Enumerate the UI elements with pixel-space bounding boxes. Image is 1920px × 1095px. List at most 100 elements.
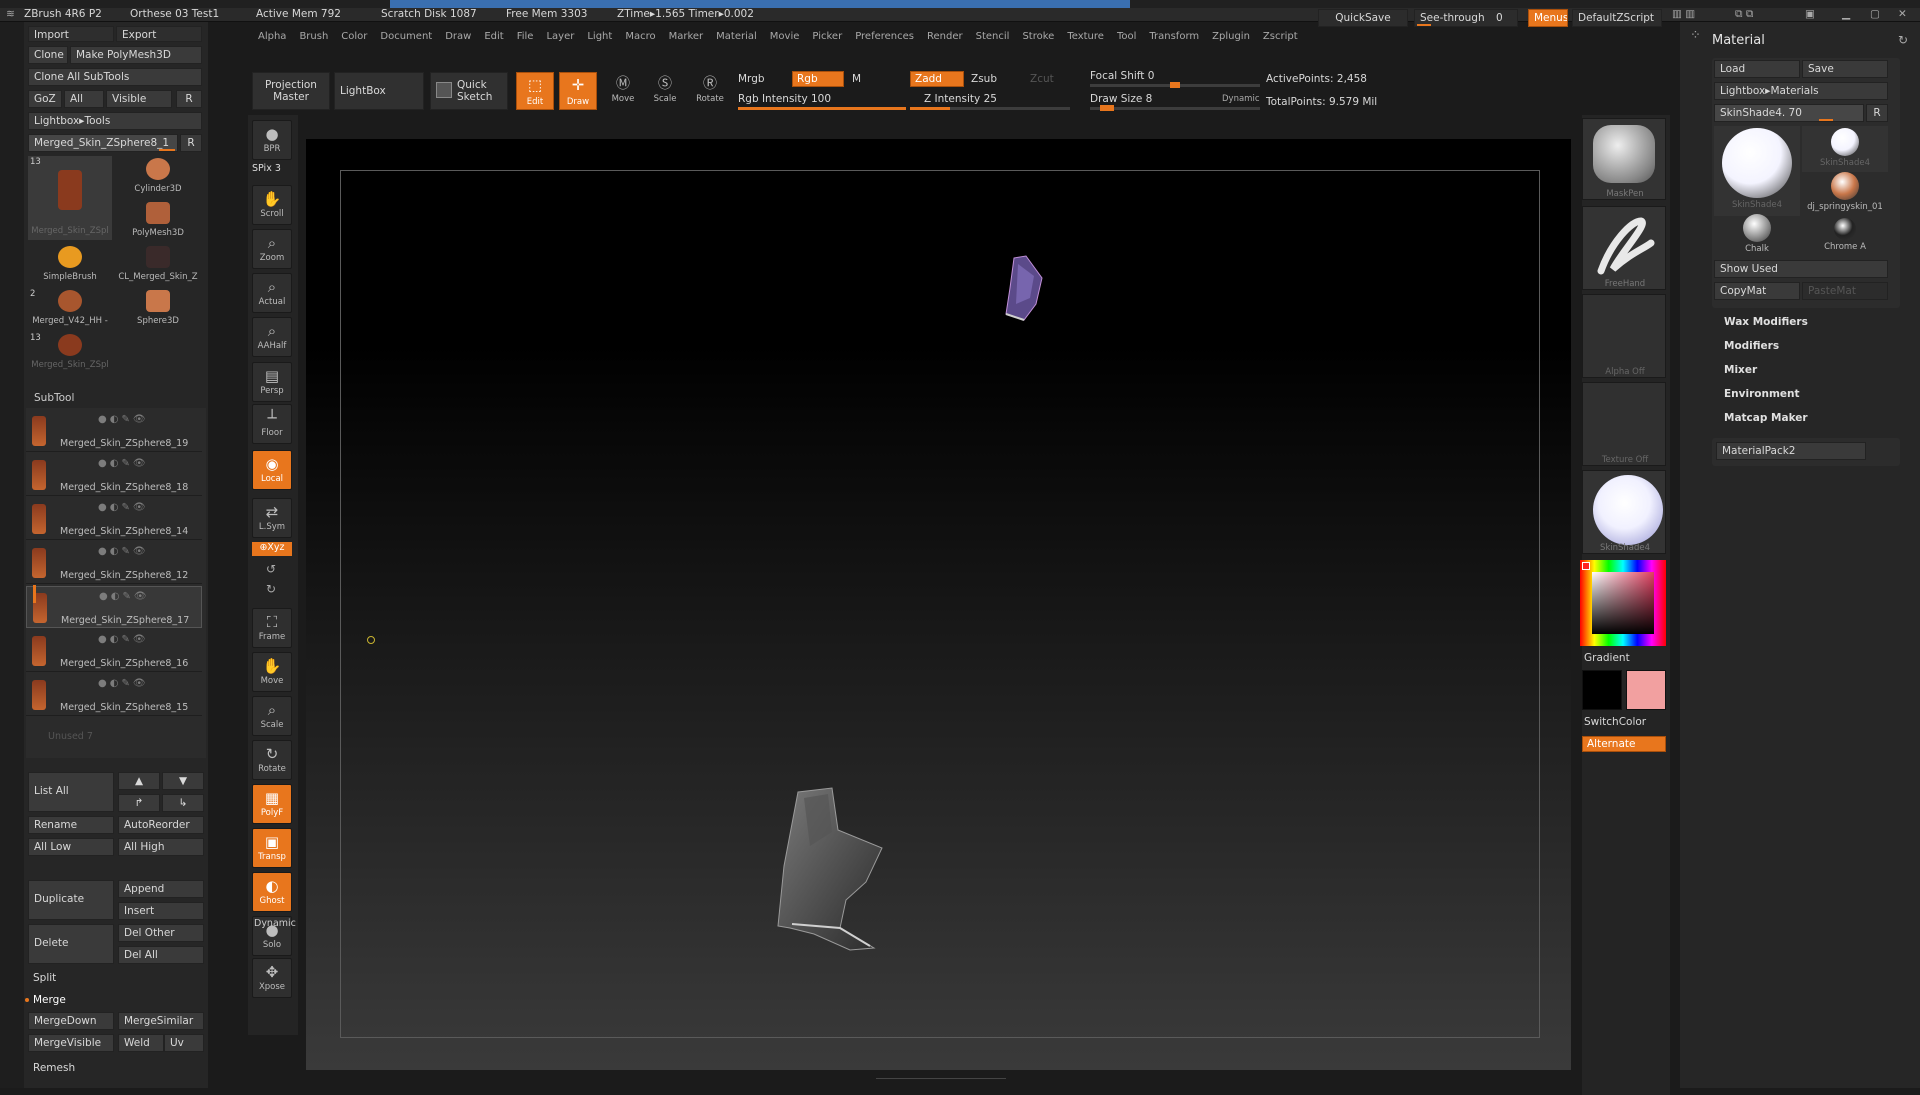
visible-button[interactable]: Visible	[106, 90, 172, 108]
material-r-button[interactable]: R	[1866, 104, 1888, 122]
rotate-mode-button[interactable]: Ⓡ Rotate	[690, 74, 730, 110]
mergedown-button[interactable]: MergeDown	[28, 1012, 114, 1030]
current-material-slider[interactable]: SkinShade4. 70	[1714, 104, 1864, 122]
z-intensity-label[interactable]: Z Intensity 25	[924, 93, 997, 105]
lightbox-tools-button[interactable]: Lightbox▸Tools	[28, 112, 202, 130]
alpha-slot[interactable]: Alpha Off	[1582, 294, 1666, 378]
shelf-polyf-button[interactable]: ▦ PolyF	[252, 784, 292, 824]
menu-tool[interactable]: Tool	[1117, 31, 1136, 42]
menus-toggle[interactable]: Menus	[1528, 9, 1568, 27]
subtool-toggles-icon[interactable]: ●◐✎👁	[98, 502, 149, 513]
goz-r-button[interactable]: R	[176, 90, 202, 108]
shelf-persp-button[interactable]: ▤ Persp	[252, 362, 292, 402]
default-zscript-button[interactable]: DefaultZScript	[1572, 9, 1662, 27]
material-thumbnail[interactable]: dj_springyskin_01	[1802, 170, 1888, 212]
hue-marker[interactable]	[1582, 562, 1590, 570]
delete-button[interactable]: Delete	[28, 924, 114, 964]
subtool-item[interactable]: ●◐✎👁 Merged_Skin_ZSphere8_18	[26, 454, 202, 496]
split-section[interactable]: Split	[33, 972, 56, 984]
menu-light[interactable]: Light	[587, 31, 612, 42]
menu-movie[interactable]: Movie	[770, 31, 800, 42]
subtool-item[interactable]: ●◐✎👁 Merged_Skin_ZSphere8_12	[26, 542, 202, 584]
menu-macro[interactable]: Macro	[625, 31, 655, 42]
shelf-move-button[interactable]: ✋ Move	[252, 652, 292, 692]
m-toggle[interactable]: M	[852, 73, 861, 85]
layout-icon[interactable]: ▥ ▥	[1672, 8, 1695, 20]
stroke-slot[interactable]: FreeHand	[1582, 206, 1666, 290]
menu-stroke[interactable]: Stroke	[1022, 31, 1054, 42]
menu-transform[interactable]: Transform	[1149, 31, 1199, 42]
texture-slot[interactable]: Texture Off	[1582, 382, 1666, 466]
projection-master-button[interactable]: Projection Master	[252, 72, 330, 110]
focal-shift-handle[interactable]	[1170, 82, 1180, 88]
tool-thumbnail[interactable]: CL_Merged_Skin_Z	[116, 244, 200, 286]
all-high-button[interactable]: All High	[118, 838, 204, 856]
pastemat-button[interactable]: PasteMat	[1802, 282, 1888, 300]
subtool-item[interactable]: ●◐✎👁 Merged_Skin_ZSphere8_15	[26, 674, 202, 716]
draw-size-label[interactable]: Draw Size 8	[1090, 93, 1152, 105]
subtool-toggles-icon[interactable]: ●◐✎👁	[98, 458, 149, 469]
rotate-cw-icon[interactable]: ↻	[266, 582, 276, 596]
shelf-transp-button[interactable]: ▣ Transp	[252, 828, 292, 868]
orthosis-model-mesh[interactable]	[770, 786, 890, 956]
move-mode-button[interactable]: Ⓜ Move	[604, 74, 642, 110]
shelf-scroll-button[interactable]: ✋ Scroll	[252, 185, 292, 225]
mergevisible-button[interactable]: MergeVisible	[28, 1034, 114, 1052]
alternate-button[interactable]: Alternate	[1582, 736, 1666, 752]
palette-dock-icon[interactable]: ⁘	[1690, 28, 1701, 43]
show-used-button[interactable]: Show Used	[1714, 260, 1888, 278]
material-section-matcap-maker[interactable]: Matcap Maker	[1724, 412, 1808, 424]
main-color-swatch[interactable]	[1582, 670, 1622, 710]
weld-button[interactable]: Weld	[118, 1034, 164, 1052]
lightbox-materials-button[interactable]: Lightbox▸Materials	[1714, 82, 1888, 100]
tool-thumbnail[interactable]: Merged_Skin_ZSpl 13	[28, 156, 112, 240]
subtool-toggles-icon[interactable]: ●◐✎👁	[98, 546, 149, 557]
draw-size-track[interactable]	[1090, 107, 1260, 110]
all-low-button[interactable]: All Low	[28, 838, 114, 856]
menu-render[interactable]: Render	[927, 31, 963, 42]
shelf-bpr-button[interactable]: ● BPR	[252, 120, 292, 160]
dynamic-toggle[interactable]: Dynamic	[1222, 94, 1260, 104]
material-save-button[interactable]: Save	[1802, 60, 1888, 78]
lightbox-button[interactable]: LightBox	[334, 72, 424, 110]
menu-file[interactable]: File	[517, 31, 534, 42]
layout-swap-icon[interactable]: ⧉ ⧉	[1735, 8, 1753, 21]
material-section-wax-modifiers[interactable]: Wax Modifiers	[1724, 316, 1808, 328]
material-thumbnail[interactable]: SkinShade4	[1802, 126, 1888, 172]
menu-zplugin[interactable]: Zplugin	[1212, 31, 1250, 42]
export-button[interactable]: Export	[116, 26, 202, 42]
zcut-toggle[interactable]: Zcut	[1030, 73, 1054, 85]
menu-color[interactable]: Color	[341, 31, 367, 42]
subtool-toggles-icon[interactable]: ●◐✎👁	[98, 678, 149, 689]
menu-layer[interactable]: Layer	[546, 31, 574, 42]
draw-size-handle[interactable]	[1100, 105, 1114, 111]
uv-button[interactable]: Uv	[164, 1034, 204, 1052]
menu-document[interactable]: Document	[380, 31, 432, 42]
color-picker[interactable]	[1580, 560, 1666, 646]
shelf-xpose-button[interactable]: ✥ Xpose	[252, 958, 292, 998]
mergesimilar-button[interactable]: MergeSimilar	[118, 1012, 204, 1030]
subtool-item[interactable]: ●◐✎👁 Merged_Skin_ZSphere8_17	[26, 586, 202, 628]
copymat-button[interactable]: CopyMat	[1714, 282, 1800, 300]
switchcolor-button[interactable]: SwitchColor	[1584, 716, 1646, 728]
shelf-frame-button[interactable]: ⛶ Frame	[252, 608, 292, 648]
menu-picker[interactable]: Picker	[812, 31, 842, 42]
rename-button[interactable]: Rename	[28, 816, 114, 834]
maximize-icon[interactable]: ▢	[1870, 8, 1880, 20]
del-other-button[interactable]: Del Other	[118, 924, 204, 942]
solo-dynamic-label[interactable]: Dynamic	[254, 918, 296, 929]
shelf-zoom-button[interactable]: ⌕ Zoom	[252, 229, 292, 269]
rotate-ccw-icon[interactable]: ↺	[266, 562, 276, 576]
menu-material[interactable]: Material	[716, 31, 757, 42]
tool-thumbnail[interactable]: SimpleBrush	[28, 244, 112, 286]
rgb-toggle[interactable]: Rgb	[792, 71, 844, 87]
material-section-environment[interactable]: Environment	[1724, 388, 1800, 400]
secondary-color-swatch[interactable]	[1626, 670, 1666, 710]
lock-icon[interactable]: ▣	[1805, 8, 1815, 20]
scale-mode-button[interactable]: Ⓢ Scale	[646, 74, 684, 110]
move-down-arrow-icon[interactable]: ▼	[162, 772, 204, 790]
rgb-intensity-label[interactable]: Rgb Intensity 100	[738, 93, 831, 105]
autoreorder-button[interactable]: AutoReorder	[118, 816, 204, 834]
small-model-mesh[interactable]	[1000, 254, 1048, 330]
remesh-section[interactable]: Remesh	[33, 1062, 75, 1074]
